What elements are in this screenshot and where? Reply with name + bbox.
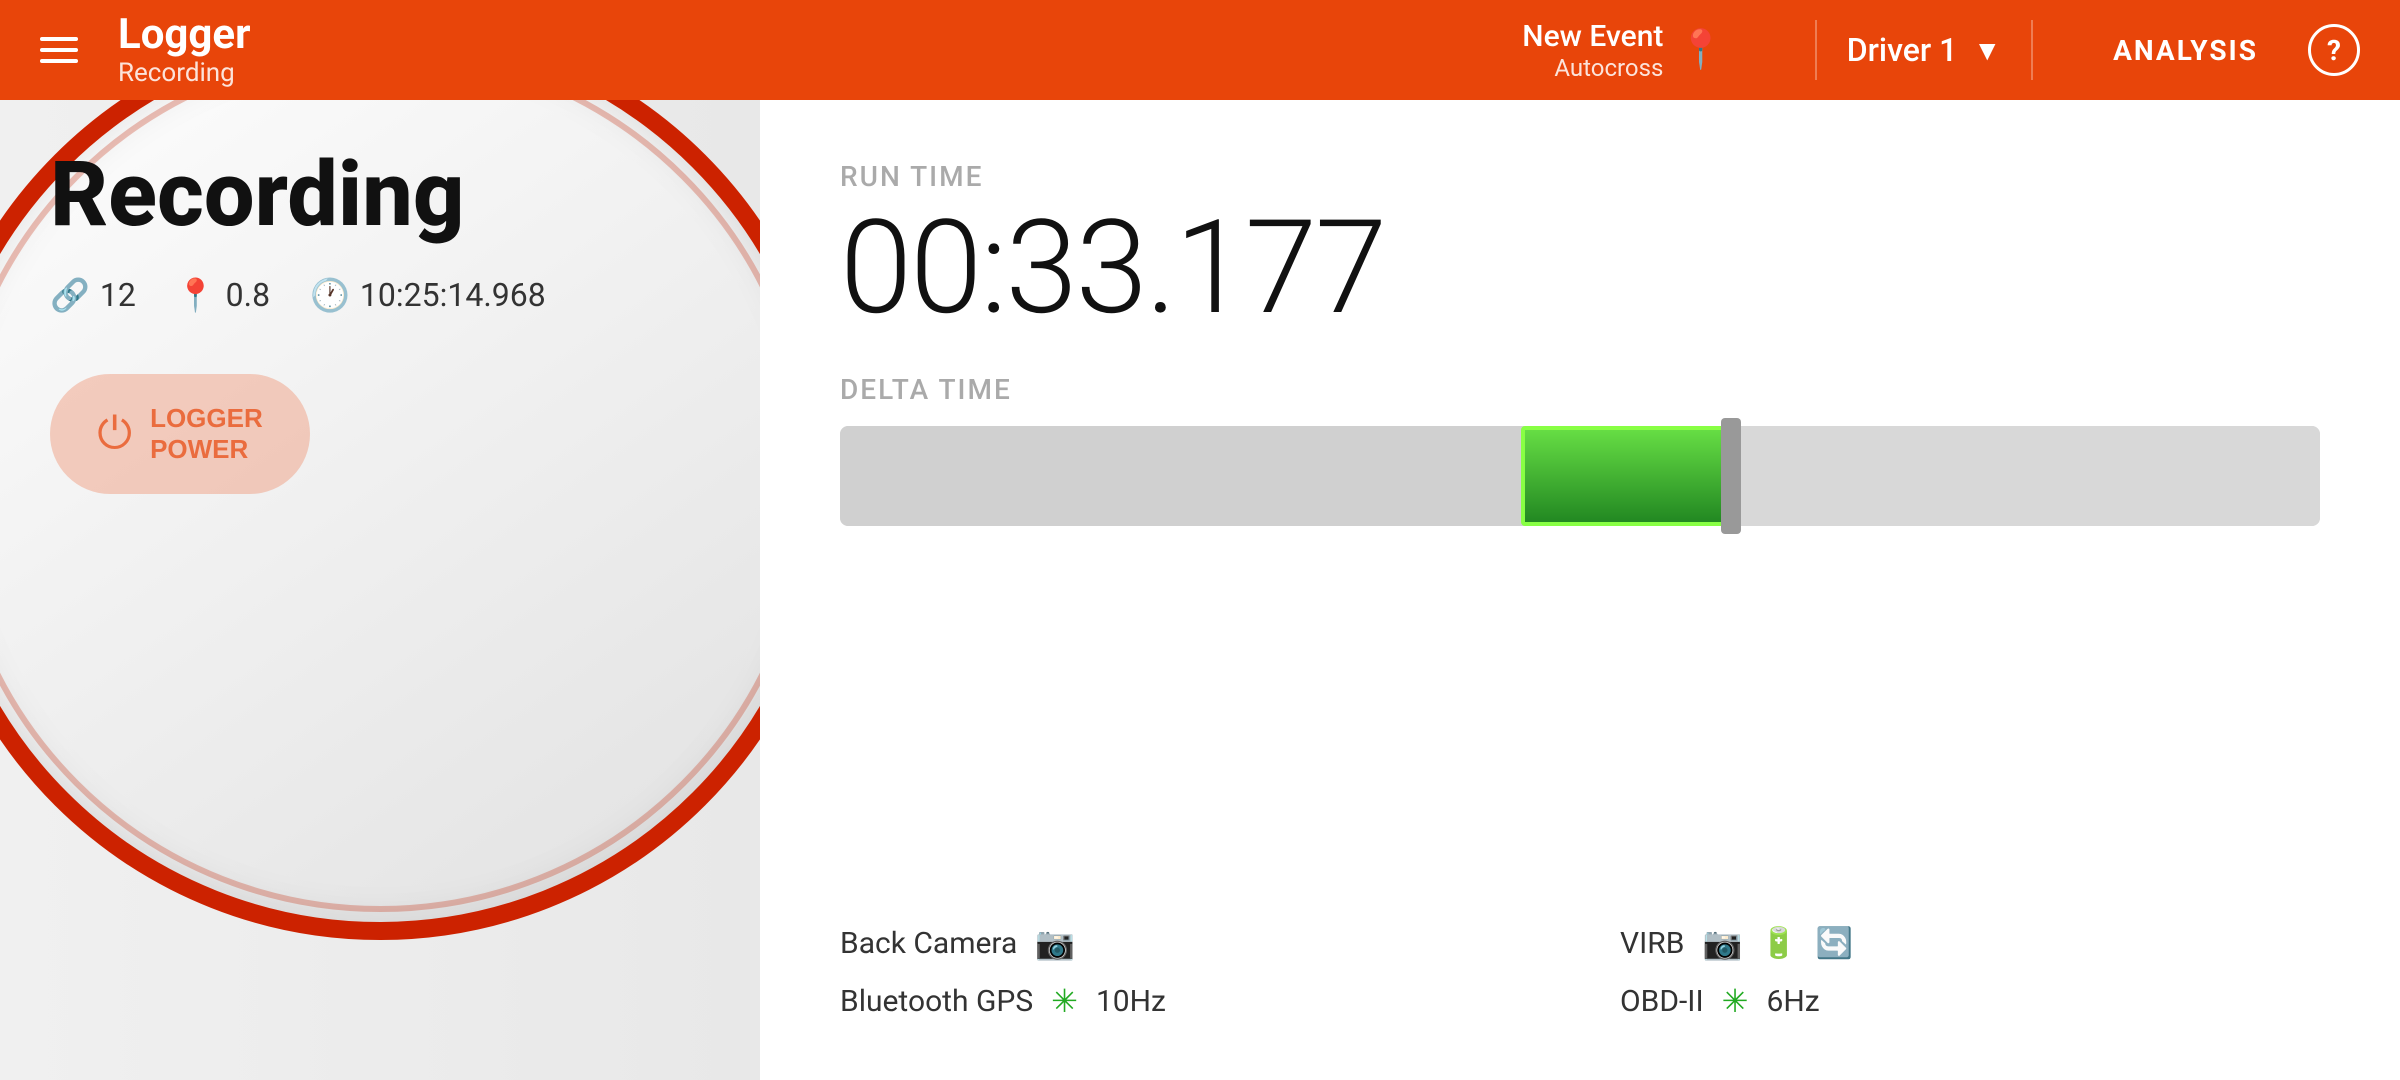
app-subtitle: Recording — [118, 58, 1522, 88]
recording-stats: 🔗 12 📍 0.8 🕐 10:25:14.968 — [50, 276, 710, 314]
status-section: Back Camera 📷 VIRB 📷 🔋 🔄 Bluetooth GPS ✳… — [840, 924, 2320, 1020]
event-type: Autocross — [1522, 54, 1663, 82]
obd-hz: 6Hz — [1766, 984, 1819, 1019]
distance-icon: 📍 — [176, 276, 216, 314]
delta-bar-indicator — [1521, 426, 1728, 526]
time-stat: 🕐 10:25:14.968 — [310, 276, 546, 314]
distance-stat: 📍 0.8 — [176, 276, 270, 314]
virb-sync-icon: 🔄 — [1816, 926, 1853, 961]
app-logo: Logger Recording — [118, 12, 1522, 88]
header-event-section: New Event Autocross 📍 — [1522, 19, 1724, 82]
analysis-button[interactable]: ANALYSIS — [2113, 34, 2258, 67]
main-content: Recording 🔗 12 📍 0.8 🕐 10:25:14.968 ⏻ LO… — [0, 100, 2400, 1080]
run-time-section: RUN TIME 00:33.177 — [840, 160, 2320, 333]
logger-power-label: LOGGERPOWER — [150, 403, 263, 465]
back-camera-label: Back Camera — [840, 926, 1017, 961]
delta-bar-handle — [1721, 418, 1741, 534]
back-camera-icon: 📷 — [1035, 924, 1075, 962]
bluetooth-gps-status: Bluetooth GPS ✳ 10Hz — [840, 982, 1540, 1020]
left-panel: Recording 🔗 12 📍 0.8 🕐 10:25:14.968 ⏻ LO… — [0, 100, 760, 1080]
driver-selector[interactable]: Driver 1 ▼ — [1847, 31, 2001, 69]
delta-bar — [840, 426, 2320, 526]
distance-value: 0.8 — [226, 276, 270, 314]
obd-bluetooth-icon: ✳ — [1722, 982, 1749, 1020]
app-header: Logger Recording New Event Autocross 📍 D… — [0, 0, 2400, 100]
location-icon: 📍 — [1677, 28, 1724, 72]
right-panel: RUN TIME 00:33.177 DELTA TIME Back Camer… — [760, 100, 2400, 1080]
delta-time-label: DELTA TIME — [840, 373, 2320, 406]
help-button[interactable]: ? — [2308, 24, 2360, 76]
menu-button[interactable] — [40, 37, 78, 63]
logger-power-button[interactable]: ⏻ LOGGERPOWER — [50, 374, 310, 494]
obd-status: OBD-II ✳ 6Hz — [1620, 982, 2320, 1020]
delta-time-section: DELTA TIME — [840, 373, 2320, 526]
power-icon: ⏻ — [97, 409, 132, 459]
header-divider — [1815, 20, 1817, 80]
run-time-label: RUN TIME — [840, 160, 2320, 193]
signal-count: 12 — [100, 276, 136, 314]
recording-title: Recording — [50, 150, 710, 240]
virb-label: VIRB — [1620, 926, 1684, 961]
signal-stat: 🔗 12 — [50, 276, 136, 314]
signal-icon: 🔗 — [50, 276, 90, 314]
virb-camera-icon: 📷 — [1702, 924, 1742, 962]
bluetooth-gps-hz: 10Hz — [1096, 984, 1166, 1019]
run-time-value: 00:33.177 — [840, 203, 2320, 333]
obd-label: OBD-II — [1620, 984, 1704, 1019]
virb-status: VIRB 📷 🔋 🔄 — [1620, 924, 2320, 962]
clock-icon: 🕐 — [310, 276, 350, 314]
app-title: Logger — [118, 12, 1522, 58]
event-name: New Event — [1522, 19, 1663, 54]
time-value: 10:25:14.968 — [360, 276, 546, 314]
back-camera-status: Back Camera 📷 — [840, 924, 1540, 962]
bluetooth-gps-label: Bluetooth GPS — [840, 984, 1033, 1019]
event-info: New Event Autocross — [1522, 19, 1663, 82]
left-content: Recording 🔗 12 📍 0.8 🕐 10:25:14.968 ⏻ LO… — [0, 100, 760, 544]
header-divider-2 — [2031, 20, 2033, 80]
dropdown-arrow-icon: ▼ — [1973, 34, 2001, 67]
delta-bar-right — [1728, 426, 2320, 526]
virb-battery-icon: 🔋 — [1760, 926, 1797, 961]
bluetooth-gps-icon: ✳ — [1051, 982, 1078, 1020]
driver-name: Driver 1 — [1847, 31, 1958, 69]
delta-bar-left — [840, 426, 1550, 526]
